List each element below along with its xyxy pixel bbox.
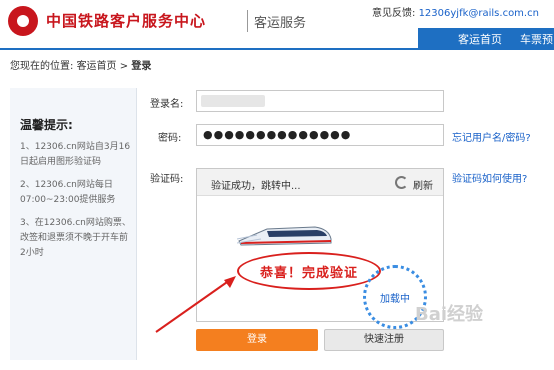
tips-panel: 温馨提示: 1、12306.cn网站自3月16日起启用图形验证码 2、12306… <box>10 88 137 360</box>
password-value: ●●●●●●●●●●●●●● <box>203 128 352 141</box>
feedback-email-link[interactable]: 12306yjfk@rails.com.cn <box>419 8 539 19</box>
tip-item: 2、12306.cn网站每日07:00~23:00提供服务 <box>20 180 116 205</box>
nav-underline <box>0 48 554 50</box>
quick-register-button[interactable]: 快速注册 <box>324 329 444 351</box>
breadcrumb: 您现在的位置: 客运首页 > 登录 <box>10 57 151 72</box>
captcha-status-message: 验证成功，跳转中... <box>211 181 301 192</box>
top-nav: 客运首页 车票预 <box>418 28 554 48</box>
username-input[interactable] <box>196 90 444 112</box>
login-button[interactable]: 登录 <box>196 329 318 351</box>
nav-item-home[interactable]: 客运首页 <box>458 31 502 47</box>
site-subtitle: 客运服务 <box>254 16 307 31</box>
username-blurred-value <box>201 95 265 107</box>
breadcrumb-prefix: 您现在的位置: <box>10 61 74 72</box>
tip-item: 1、12306.cn网站自3月16日起启用图形验证码 <box>20 142 131 167</box>
header-divider <box>247 10 248 32</box>
congrats-text: 恭喜！完成验证 <box>259 266 358 281</box>
refresh-icon[interactable] <box>395 176 408 189</box>
verification-success-badge: 恭喜！完成验证 <box>237 252 381 290</box>
breadcrumb-separator: > <box>119 61 129 72</box>
captcha-toolbar: 验证成功，跳转中... 刷新 <box>197 169 443 196</box>
site-title: 中国铁路客户服务中心 <box>46 12 207 30</box>
nav-item-tickets[interactable]: 车票预 <box>520 31 553 47</box>
feedback-label: 意见反馈: <box>372 8 416 19</box>
forgot-password-link[interactable]: 忘记用户名/密码? <box>452 129 531 144</box>
watermark: Bai经验 <box>415 304 484 325</box>
password-label: 密码: <box>158 133 182 144</box>
username-label: 登录名: <box>150 99 184 110</box>
tips-title: 温馨提示: <box>20 118 73 132</box>
captcha-help-link[interactable]: 验证码如何使用? <box>452 170 527 185</box>
password-input[interactable]: ●●●●●●●●●●●●●● <box>196 124 444 146</box>
breadcrumb-home[interactable]: 客运首页 <box>77 61 117 72</box>
annotation-arrow-icon <box>155 276 236 333</box>
site-header: 中国铁路客户服务中心 客运服务 意见反馈: 12306yjfk@rails.co… <box>0 0 554 48</box>
feedback: 意见反馈: 12306yjfk@rails.com.cn <box>372 4 539 19</box>
railway-logo-icon <box>8 6 38 36</box>
refresh-button[interactable]: 刷新 <box>413 177 433 192</box>
breadcrumb-current: 登录 <box>131 61 152 72</box>
captcha-label: 验证码: <box>150 174 184 185</box>
train-icon <box>237 226 332 246</box>
tip-item: 3、在12306.cn网站购票、改签和退票须不晚于开车前2小时 <box>20 218 131 258</box>
